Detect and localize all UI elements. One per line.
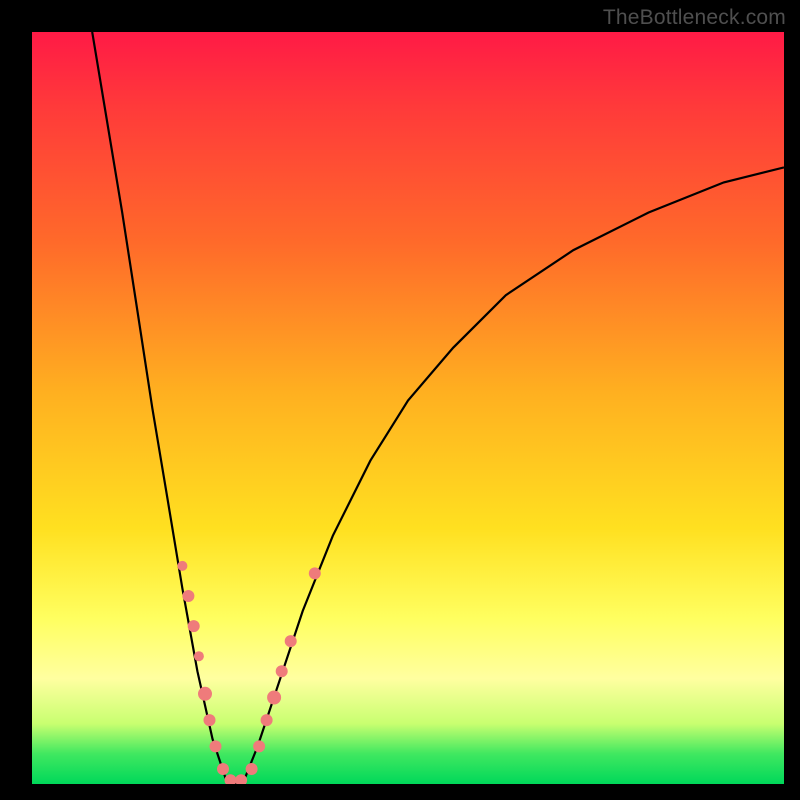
chart-frame: TheBottleneck.com [0,0,800,800]
watermark-text: TheBottleneck.com [603,6,786,30]
data-dot [261,714,273,726]
data-dot [188,620,200,632]
data-dot [194,651,204,661]
data-dot [210,740,222,752]
data-dot [267,691,281,705]
data-dot [285,635,297,647]
data-dot [253,740,265,752]
data-dot [198,687,212,701]
data-dot [276,665,288,677]
data-dot [204,714,216,726]
data-dot [309,567,321,579]
curve-svg [32,32,784,784]
bottleneck-curve [92,32,784,784]
data-dots-group [177,561,320,784]
plot-area [32,32,784,784]
data-dot [177,561,187,571]
data-dot [225,774,237,784]
data-dot [217,763,229,775]
data-dot [246,763,258,775]
data-dot [182,590,194,602]
